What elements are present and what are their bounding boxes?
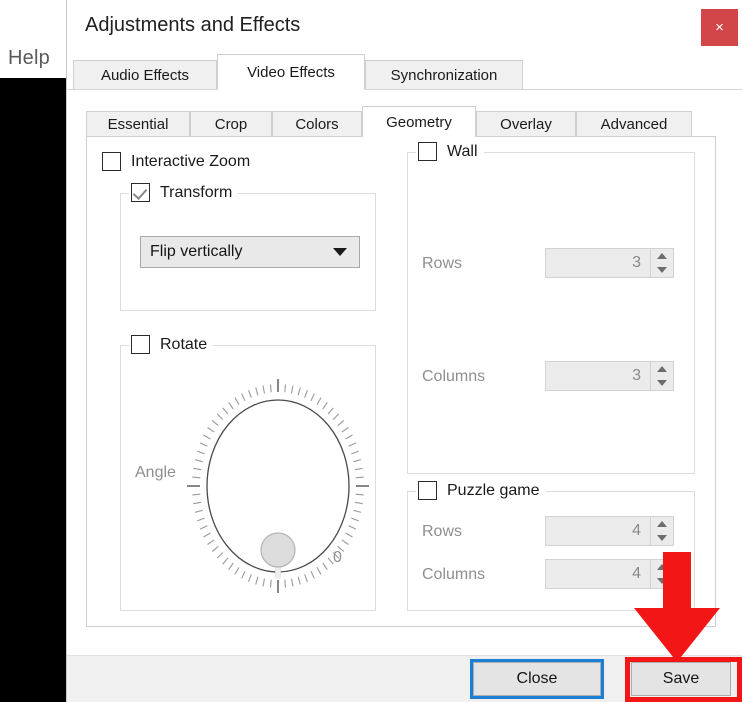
outer-tab-bar: Audio Effects Video Effects Synchronizat…	[67, 54, 742, 90]
tab-advanced[interactable]: Advanced	[576, 111, 692, 137]
adjustments-and-effects-dialog: Adjustments and Effects × Audio Effects …	[66, 0, 742, 702]
puzzle-rows-value: 4	[546, 517, 650, 545]
tab-overlay[interactable]: Overlay	[476, 111, 576, 137]
puzzle-game-label: Puzzle game	[447, 482, 540, 500]
transform-mode-select[interactable]: Flip vertically	[140, 236, 360, 268]
wall-group: Wall Rows 3 Columns 3	[407, 152, 695, 474]
tab-geometry[interactable]: Geometry	[362, 106, 476, 137]
tab-geometry-label: Geometry	[386, 114, 452, 131]
wall-rows-value: 3	[546, 249, 650, 277]
close-icon[interactable]: ×	[701, 9, 738, 46]
puzzle-rows-decrement-icon[interactable]	[651, 531, 673, 545]
tab-audio-effects-label: Audio Effects	[101, 67, 189, 84]
wall-columns-value: 3	[546, 362, 650, 390]
angle-dial[interactable]	[183, 370, 373, 607]
transform-checkbox[interactable]	[131, 183, 150, 202]
wall-columns-decrement-icon[interactable]	[651, 376, 673, 390]
tab-crop-label: Crop	[215, 116, 248, 133]
wall-rows-stepper-buttons[interactable]	[650, 249, 673, 277]
chevron-down-icon	[333, 248, 347, 256]
tab-colors-label: Colors	[295, 116, 338, 133]
save-button[interactable]: Save	[631, 662, 731, 696]
video-effects-panel: Essential Crop Colors Geometry Overlay A…	[86, 90, 736, 640]
wall-group-title[interactable]: Wall	[416, 142, 484, 161]
tab-crop[interactable]: Crop	[190, 111, 272, 137]
angle-dial-graphic[interactable]	[183, 370, 373, 602]
close-button-label: Close	[517, 670, 558, 688]
puzzle-columns-stepper-buttons[interactable]	[650, 560, 673, 588]
transform-label: Transform	[160, 184, 232, 202]
tab-video-effects-label: Video Effects	[247, 64, 335, 81]
dialog-footer: Close Save	[67, 655, 742, 702]
wall-checkbox[interactable]	[418, 142, 437, 161]
puzzle-rows-increment-icon[interactable]	[651, 517, 673, 531]
wall-columns-stepper[interactable]: 3	[545, 361, 674, 391]
interactive-zoom-label: Interactive Zoom	[131, 153, 250, 171]
puzzle-columns-decrement-icon[interactable]	[651, 574, 673, 588]
dialog-title: Adjustments and Effects	[85, 14, 300, 37]
rotate-checkbox[interactable]	[131, 335, 150, 354]
tab-overlay-label: Overlay	[500, 116, 552, 133]
puzzle-columns-label: Columns	[422, 566, 485, 584]
transform-group-title[interactable]: Transform	[129, 183, 238, 202]
inner-tab-bar: Essential Crop Colors Geometry Overlay A…	[86, 107, 736, 137]
tab-synchronization[interactable]: Synchronization	[365, 60, 523, 90]
wall-columns-increment-icon[interactable]	[651, 362, 673, 376]
wall-rows-label: Rows	[422, 255, 462, 273]
tab-essential[interactable]: Essential	[86, 111, 190, 137]
tab-audio-effects[interactable]: Audio Effects	[73, 60, 217, 90]
wall-rows-increment-icon[interactable]	[651, 249, 673, 263]
geometry-panel-body: Interactive Zoom Transform Flip vertical…	[86, 136, 716, 627]
rotate-group: Rotate Angle 0	[120, 345, 376, 611]
angle-label: Angle	[135, 464, 176, 482]
transform-group: Transform Flip vertically	[120, 193, 376, 311]
tab-essential-label: Essential	[108, 116, 169, 133]
puzzle-game-checkbox[interactable]	[418, 481, 437, 500]
wall-columns-stepper-buttons[interactable]	[650, 362, 673, 390]
puzzle-columns-increment-icon[interactable]	[651, 560, 673, 574]
close-button[interactable]: Close	[473, 662, 601, 696]
puzzle-rows-label: Rows	[422, 523, 462, 541]
wall-rows-decrement-icon[interactable]	[651, 263, 673, 277]
wall-label: Wall	[447, 143, 478, 161]
interactive-zoom-checkbox[interactable]	[102, 152, 121, 171]
puzzle-rows-stepper-buttons[interactable]	[650, 517, 673, 545]
interactive-zoom-row[interactable]: Interactive Zoom	[102, 152, 250, 171]
tab-synchronization-label: Synchronization	[391, 67, 498, 84]
video-canvas-black	[0, 78, 66, 702]
menu-item-help[interactable]: Help	[8, 47, 50, 70]
save-button-label: Save	[663, 670, 699, 688]
rotate-label: Rotate	[160, 336, 207, 354]
wall-columns-label: Columns	[422, 368, 485, 386]
rotate-group-title[interactable]: Rotate	[129, 335, 213, 354]
puzzle-game-group: Puzzle game Rows 4 Columns 4	[407, 491, 695, 611]
puzzle-game-group-title[interactable]: Puzzle game	[416, 481, 546, 500]
puzzle-columns-value: 4	[546, 560, 650, 588]
transform-mode-value: Flip vertically	[141, 243, 333, 261]
puzzle-rows-stepper[interactable]: 4	[545, 516, 674, 546]
wall-rows-stepper[interactable]: 3	[545, 248, 674, 278]
screen: Help Adjustments and Effects × Audio Eff…	[0, 0, 742, 702]
tab-advanced-label: Advanced	[601, 116, 668, 133]
puzzle-columns-stepper[interactable]: 4	[545, 559, 674, 589]
dialog-titlebar: Adjustments and Effects ×	[67, 0, 742, 54]
tab-colors[interactable]: Colors	[272, 111, 362, 137]
tab-video-effects[interactable]: Video Effects	[217, 54, 365, 90]
